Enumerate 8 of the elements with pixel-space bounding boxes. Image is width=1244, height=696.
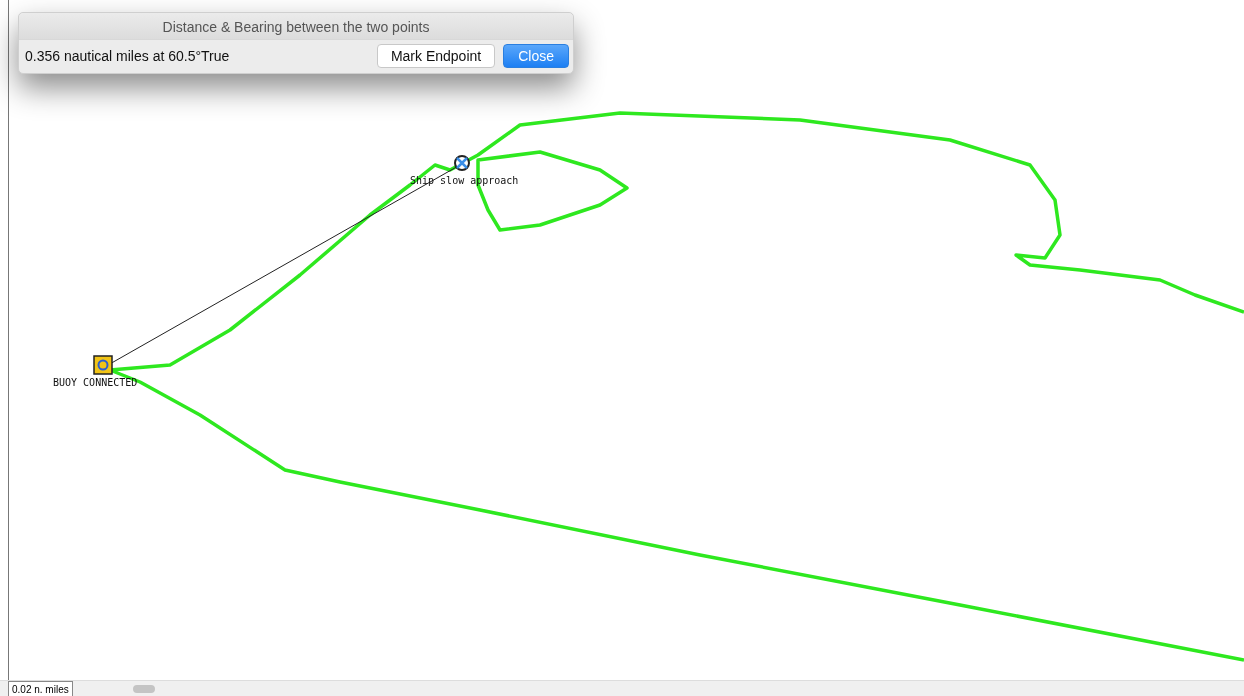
distance-text: 0.356 nautical miles at 60.5°True bbox=[25, 48, 231, 64]
target-icon[interactable] bbox=[454, 155, 470, 171]
marker-label: BUOY CONNECTED bbox=[53, 377, 138, 388]
mark-endpoint-button[interactable]: Mark Endpoint bbox=[376, 44, 496, 68]
scrollbar-thumb[interactable] bbox=[132, 685, 155, 693]
dialog-title: Distance & Bearing between the two points bbox=[19, 13, 573, 40]
scale-bar: 0.02 n. miles bbox=[8, 681, 73, 696]
buoy-icon[interactable] bbox=[93, 355, 113, 375]
